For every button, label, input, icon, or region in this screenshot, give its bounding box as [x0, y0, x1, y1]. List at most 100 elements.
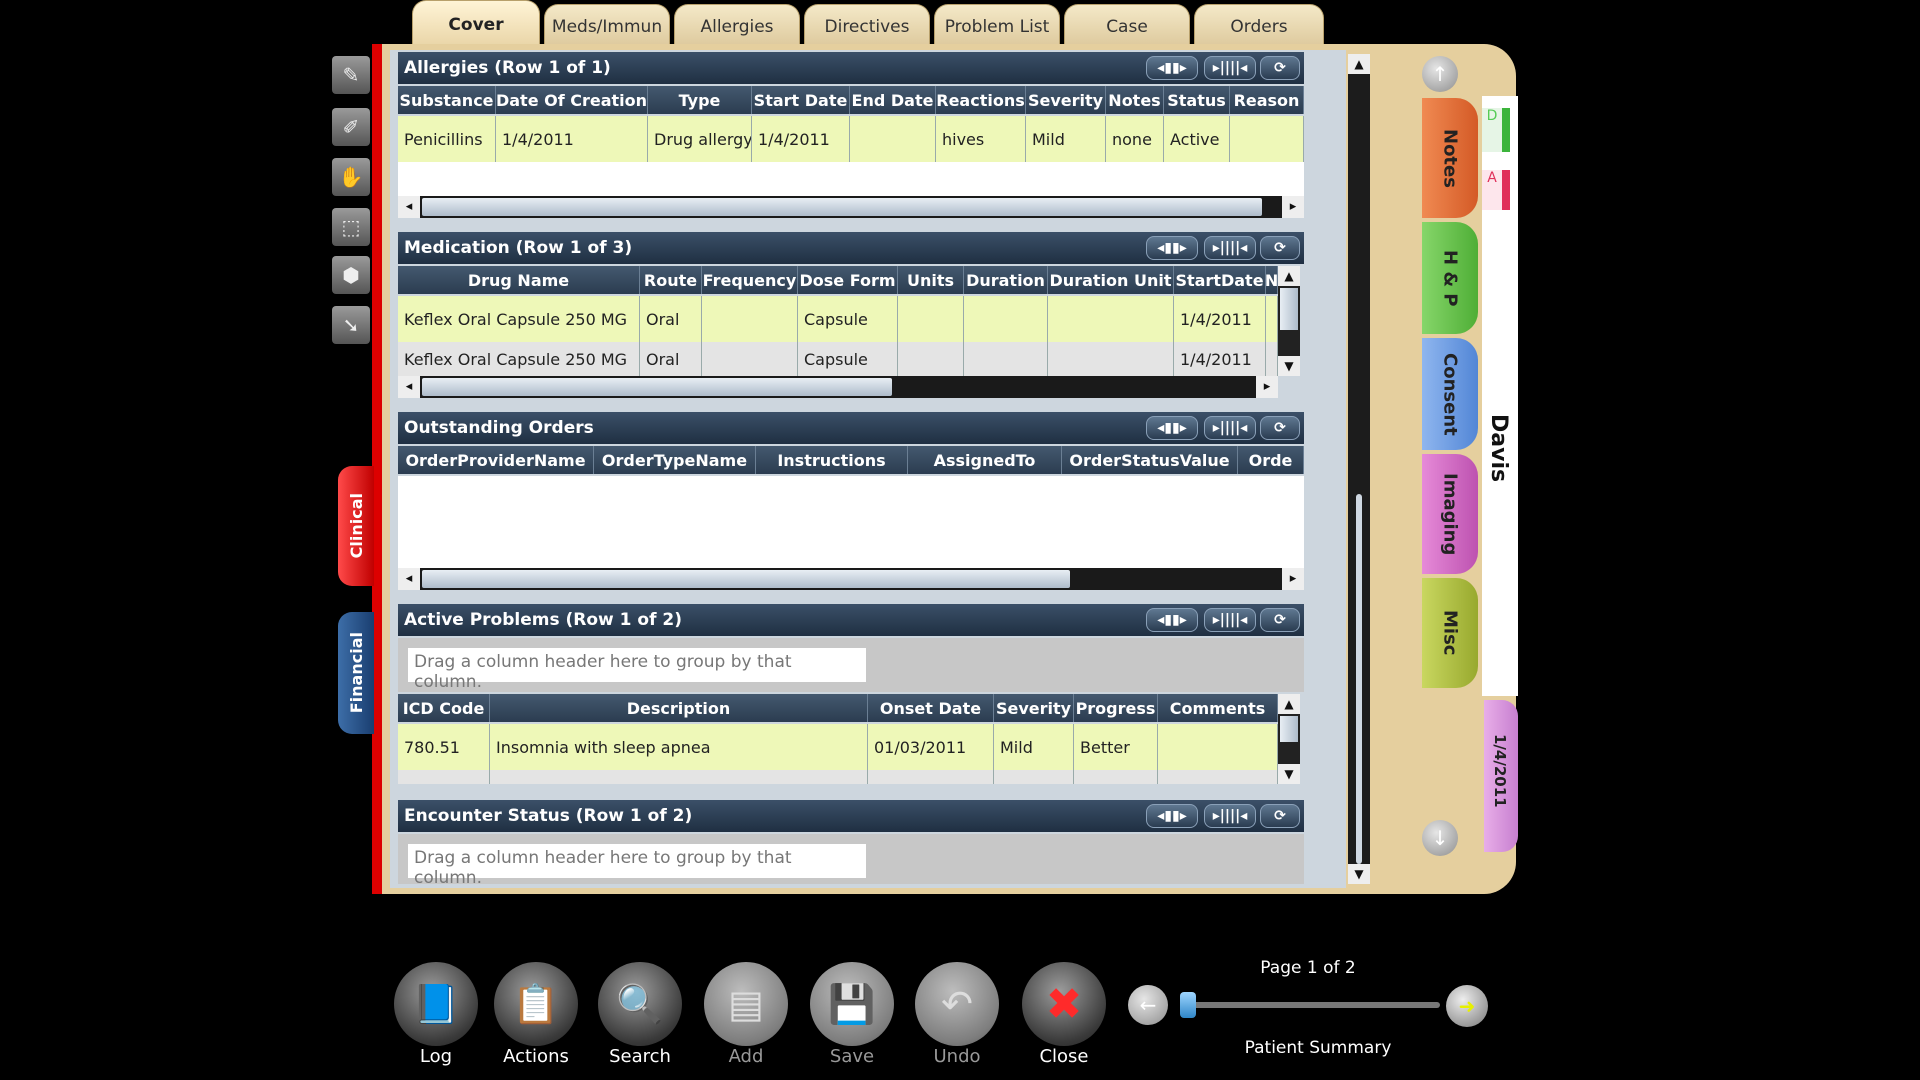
filter-columns-button[interactable]: ▸||||◂	[1204, 416, 1256, 440]
page-up-button[interactable]: ↑	[1422, 56, 1458, 92]
page-slider[interactable]	[1180, 992, 1440, 1018]
date-tab[interactable]: 1/4/2011	[1484, 700, 1518, 852]
scroll-thumb[interactable]	[422, 570, 1070, 588]
medication-vertical-scrollbar[interactable]: ▲ ▼	[1278, 266, 1300, 376]
column-header[interactable]: Orde	[1238, 446, 1304, 474]
scroll-right-icon[interactable]: ▸	[1282, 568, 1304, 590]
column-header[interactable]: Type	[648, 86, 752, 114]
refresh-button[interactable]: ⟳	[1260, 608, 1300, 632]
column-header[interactable]: Severity	[1026, 86, 1106, 114]
column-header[interactable]: Substance	[398, 86, 496, 114]
column-header[interactable]: Route	[640, 266, 702, 294]
next-page-button[interactable]: ➜	[1446, 985, 1488, 1027]
actions-button[interactable]: 📋	[494, 962, 578, 1046]
allergies-horizontal-scrollbar[interactable]: ◂ ▸	[398, 196, 1304, 218]
tab-clinical[interactable]: Clinical	[338, 466, 374, 586]
filter-columns-button[interactable]: ▸||||◂	[1204, 56, 1256, 80]
column-header[interactable]: OrderStatusValue	[1062, 446, 1238, 474]
tab-directives[interactable]: Directives	[804, 4, 930, 49]
column-header[interactable]: Instructions	[756, 446, 908, 474]
content-vertical-scrollbar[interactable]: ▲ ▼	[1348, 54, 1370, 884]
column-header[interactable]: Status	[1164, 86, 1230, 114]
column-header[interactable]: Reactions	[936, 86, 1026, 114]
scroll-down-icon[interactable]: ▼	[1278, 356, 1300, 376]
scroll-thumb[interactable]	[1356, 494, 1362, 864]
scroll-left-icon[interactable]: ◂	[398, 376, 420, 398]
scroll-up-icon[interactable]: ▲	[1278, 266, 1300, 286]
close-button[interactable]: ✖	[1022, 962, 1106, 1046]
column-header[interactable]: Reason	[1230, 86, 1304, 114]
scroll-thumb[interactable]	[1280, 716, 1298, 742]
column-header[interactable]: Units	[898, 266, 964, 294]
scroll-thumb[interactable]	[422, 198, 1262, 216]
pointer-tool-button[interactable]: ➘	[332, 306, 370, 344]
problems-vertical-scrollbar[interactable]: ▲ ▼	[1278, 694, 1300, 784]
column-chooser-button[interactable]: ◂▮▮▸	[1146, 236, 1198, 260]
refresh-button[interactable]: ⟳	[1260, 236, 1300, 260]
mini-tab-a[interactable]: A	[1482, 170, 1510, 210]
tab-consent[interactable]: Consent	[1422, 338, 1478, 450]
column-chooser-button[interactable]: ◂▮▮▸	[1146, 56, 1198, 80]
previous-page-button[interactable]: ←	[1128, 985, 1168, 1025]
stamp-tool-button[interactable]: ✋	[332, 158, 370, 196]
scroll-up-icon[interactable]: ▲	[1348, 54, 1370, 74]
column-header[interactable]: Frequency	[702, 266, 798, 294]
pen-tool-button[interactable]: ✎	[332, 56, 370, 94]
refresh-button[interactable]: ⟳	[1260, 56, 1300, 80]
column-header[interactable]: Duration Unit	[1048, 266, 1174, 294]
scroll-left-icon[interactable]: ◂	[398, 568, 420, 590]
filter-columns-button[interactable]: ▸||||◂	[1204, 236, 1256, 260]
scroll-up-icon[interactable]: ▲	[1278, 694, 1300, 714]
tab-orders[interactable]: Orders	[1194, 4, 1324, 49]
medication-horizontal-scrollbar[interactable]: ◂ ▸	[398, 376, 1278, 398]
scroll-right-icon[interactable]: ▸	[1256, 376, 1278, 398]
column-header[interactable]: Severity	[994, 694, 1074, 722]
column-header[interactable]: ICD Code	[398, 694, 490, 722]
page-down-button[interactable]: ↓	[1422, 820, 1458, 856]
column-header[interactable]: Notes	[1106, 86, 1164, 114]
refresh-button[interactable]: ⟳	[1260, 804, 1300, 828]
filter-columns-button[interactable]: ▸||||◂	[1204, 804, 1256, 828]
tab-allergies[interactable]: Allergies	[674, 4, 800, 49]
save-button[interactable]: 💾	[810, 962, 894, 1046]
group-by-area[interactable]: Drag a column header here to group by th…	[398, 834, 1304, 888]
column-header[interactable]: AssignedTo	[908, 446, 1062, 474]
column-chooser-button[interactable]: ◂▮▮▸	[1146, 804, 1198, 828]
column-header[interactable]: Onset Date	[868, 694, 994, 722]
mini-tab-d[interactable]: D	[1482, 108, 1510, 152]
column-header[interactable]: OrderTypeName	[594, 446, 756, 474]
scroll-left-icon[interactable]: ◂	[398, 196, 420, 218]
column-chooser-button[interactable]: ◂▮▮▸	[1146, 416, 1198, 440]
undo-button[interactable]: ↶	[915, 962, 999, 1046]
table-row[interactable]: 780.51 Insomnia with sleep apnea 01/03/2…	[398, 724, 1278, 770]
tab-h-and-p[interactable]: H & P	[1422, 222, 1478, 334]
scroll-thumb[interactable]	[1280, 288, 1298, 330]
column-header[interactable]: Progress	[1074, 694, 1158, 722]
tab-notes[interactable]: Notes	[1422, 98, 1478, 218]
eraser-tool-button[interactable]: ⬢	[332, 256, 370, 294]
scroll-thumb[interactable]	[422, 378, 892, 396]
column-header[interactable]: Drug Name	[398, 266, 640, 294]
tab-imaging[interactable]: Imaging	[1422, 454, 1478, 574]
column-header[interactable]: Date Of Creation	[496, 86, 648, 114]
column-header[interactable]: OrderProviderName	[398, 446, 594, 474]
log-button[interactable]: 📘	[394, 962, 478, 1046]
refresh-button[interactable]: ⟳	[1260, 416, 1300, 440]
select-tool-button[interactable]: ⬚	[332, 208, 370, 246]
tab-meds-immun[interactable]: Meds/Immun	[544, 4, 670, 49]
column-header[interactable]: Start Date	[752, 86, 850, 114]
tab-financial[interactable]: Financial	[338, 612, 374, 734]
orders-horizontal-scrollbar[interactable]: ◂ ▸	[398, 568, 1304, 590]
column-header[interactable]: Comments	[1158, 694, 1278, 722]
column-header[interactable]: Description	[490, 694, 868, 722]
column-header[interactable]: Dose Form	[798, 266, 898, 294]
filter-columns-button[interactable]: ▸||||◂	[1204, 608, 1256, 632]
table-row[interactable]: Keflex Oral Capsule 250 MG Oral Capsule …	[398, 342, 1278, 376]
column-chooser-button[interactable]: ◂▮▮▸	[1146, 608, 1198, 632]
scroll-down-icon[interactable]: ▼	[1278, 764, 1300, 784]
marker-tool-button[interactable]: ✐	[332, 108, 370, 146]
scroll-right-icon[interactable]: ▸	[1282, 196, 1304, 218]
tab-misc[interactable]: Misc	[1422, 578, 1478, 688]
column-header[interactable]: Duration	[964, 266, 1048, 294]
search-button[interactable]: 🔍	[598, 962, 682, 1046]
